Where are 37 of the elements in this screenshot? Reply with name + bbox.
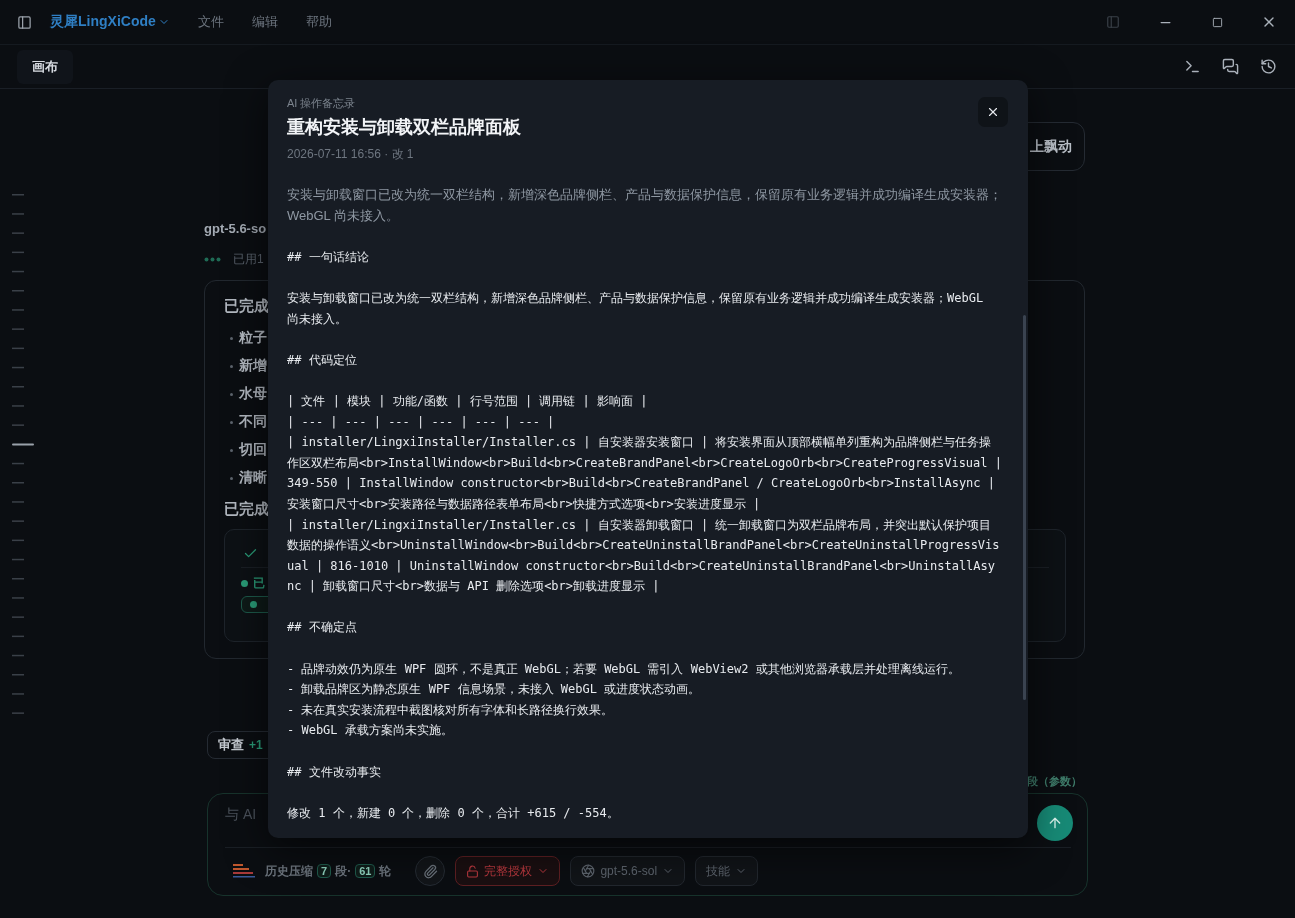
bullet-text: 新增 [239, 357, 267, 375]
dialog-kicker: AI 操作备忘录 [287, 96, 357, 111]
memo-line: ## 不确定点 [287, 619, 358, 637]
elapsed-status: 已用1 [233, 251, 264, 268]
memo-line: - 品牌动效仍为原生 WPF 圆环，不是真正 WebGL；若要 WebGL 需引入 WebView2 或其他浏览器承载层并处理离线运行。 [287, 660, 961, 678]
bullet-text: 清晰 [239, 469, 267, 487]
dialog-title: 重构安装与卸载双栏品牌面板 [287, 116, 522, 139]
bullet-text: 切回 [239, 441, 267, 459]
memo-line: | --- | --- | --- | --- | --- | --- | [287, 413, 556, 431]
review-delta: +1 [249, 738, 263, 752]
summary-text: 安装与卸载窗口已改为统一双栏结构，新增深色品牌侧栏、产品与数据保护信息，保留原有业务逻辑并成功编译生成安装器；WebGL 尚未接入。 [287, 186, 1002, 225]
memo-line: | installer/LingxiInstaller/Installer.cs | 自安装器卸载窗口 | 统一卸载窗口为双栏品牌布局，并突出默认保护项目数据的操作语义<br>UninstallWindow<br>Build<br>CreateUninstallBrandPanel<br>CreateUninstallProgressVisual | 816-1010 | UninstallWindow constructor<br>Build<br>CreateUninstallBrandPanel<br>UninstallAsync | 卸载窗口尺寸<br>数据与 API 删除选项<br>卸载进度显示 | [287, 516, 1001, 596]
memo-line: ## 一句话结论 [287, 248, 370, 266]
bullet-text: 粒子 [239, 329, 267, 347]
card-title: 已完成 [224, 297, 269, 316]
card-title: 已完成 [224, 500, 269, 519]
memo-line: ## 文件改动事实 [287, 763, 382, 781]
review-label: 审查 [218, 736, 244, 754]
memo-line: | installer/LingxiInstaller/Installer.cs | 自安装器安装窗口 | 将安装界面从顶部横幅单列重构为品牌侧栏与任务操作区双栏布局<br>InstallWindow<br>Build<br>CreateBrandPanel<br>CreateLogoOrb<br>CreateProgressVisual | 349-550 | InstallWindow constructor<br>Build<br>CreateBrandPanel / CreateLogoOrb<br>InstallAsync | 安装窗口尺寸<br>安装路径与数据路径表单布局<br>快捷方式选项<br>安装进度显示 | [287, 434, 1002, 513]
dialog-meta: 2026-07-11 16:56 · 改 1 [287, 146, 415, 163]
status-text: 已 [253, 575, 265, 592]
history-label: 历史压缩 [265, 862, 313, 880]
memo-line: - WebGL 承载方案尚未实施。 [287, 722, 454, 740]
round-unit: 轮 [379, 862, 392, 880]
memo-line: 修改 1 个，新建 0 个，删除 0 个，合计 +615 / -554。 [287, 804, 620, 822]
memo-line: - 卸载品牌区为静态原生 WPF 信息场景，未接入 WebGL 或进度状态动画。 [287, 681, 702, 699]
memo-line: 安装与卸载窗口已改为统一双栏结构，新增深色品牌侧栏、产品与数据保护信息，保留原有业务逻辑并成功编译生成安装器；WebGL 尚未接入。 [287, 289, 985, 328]
bullet-text: 不同 [239, 413, 267, 431]
segment-count: 7 [317, 864, 332, 878]
memo-line: - 未在真实安装流程中截图核对所有字体和长路径换行效果。 [287, 701, 615, 719]
round-count: 61 [355, 864, 376, 878]
model-name: gpt-5.6-so [204, 221, 268, 236]
memo-line: | 文件 | 模块 | 功能/函数 | 行号范围 | 调用链 | 影响面 | [287, 392, 649, 410]
segment-hint: 段（参数） [1027, 774, 1082, 789]
memo-line: ## 代码定位 [287, 351, 358, 369]
segment-unit: 段· [335, 862, 352, 880]
bullet-text: 水母 [239, 385, 267, 403]
